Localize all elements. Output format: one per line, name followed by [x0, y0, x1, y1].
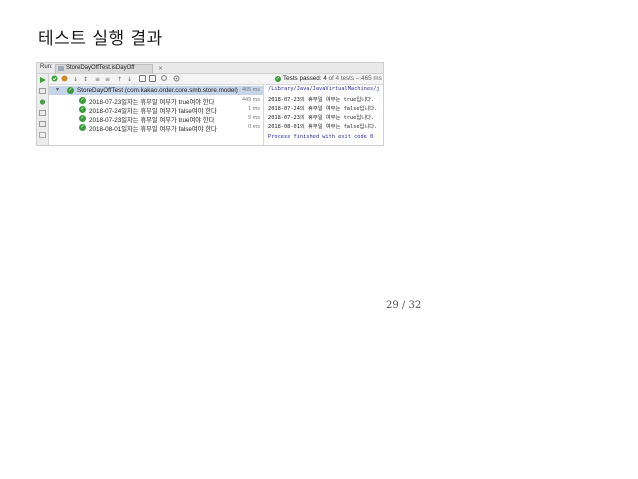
console-line: /Library/Java/JavaVirtualMachines/j — [268, 86, 380, 92]
test-row[interactable]: ✓ 2018-08-01일자는 휴무일 여부가 false여야 한다 0 ms — [49, 123, 263, 133]
passed-icon: ✓ — [79, 106, 86, 113]
tree-root-label: StoreDayOffTest (com.kakao.order.core.sm… — [77, 87, 238, 94]
test-row[interactable]: ✓ 2018-07-23일자는 휴무일 여부가 true여야 한다 5 ms — [49, 114, 263, 124]
test-row[interactable]: ✓ 2018-07-24일자는 휴무일 여부가 false여야 한다 1 ms — [49, 105, 263, 115]
run-tab-label: StoreDayOffTest.isDayOff — [66, 65, 135, 71]
tests-status: ✓ Tests passed: 4 of 4 tests – 465 ms — [275, 75, 382, 82]
rerun-failed-icon[interactable] — [39, 88, 46, 94]
status-count: 4 — [323, 75, 327, 82]
test-time: 449 ms — [241, 97, 260, 103]
close-icon[interactable]: × — [158, 65, 163, 72]
sort-alpha-icon[interactable]: ↓ — [73, 75, 80, 82]
status-prefix: Tests passed: — [283, 75, 322, 82]
show-passed-icon[interactable] — [51, 75, 58, 82]
rerun-icon[interactable] — [39, 77, 46, 83]
test-toolbar: ↓ ↕ ≡ ≡ ↑ ↓ ✓ Tests passed: 4 of 4 tests … — [49, 74, 383, 85]
page-number: 29 / 32 — [386, 300, 422, 311]
tree-root-row[interactable]: ▼ ✓ StoreDayOffTest (com.kakao.order.cor… — [49, 86, 263, 95]
svg-text:≡: ≡ — [95, 76, 100, 82]
dump-threads-icon[interactable] — [39, 121, 46, 127]
passed-icon: ✓ — [79, 97, 86, 104]
expand-all-icon[interactable]: ≡ — [95, 75, 102, 82]
console-line: 2018-08-01의 휴무일 여부는 false입니다. — [268, 124, 378, 130]
console-line: 2018-07-23의 휴무일 여부는 true입니다. — [268, 115, 375, 121]
console-output[interactable]: /Library/Java/JavaVirtualMachines/j 2018… — [265, 85, 383, 145]
collapse-all-icon[interactable]: ≡ — [105, 75, 112, 82]
test-name: 2018-08-01일자는 휴무일 여부가 false여야 한다 — [89, 126, 217, 133]
import-results-icon[interactable] — [149, 75, 156, 82]
tree-root-time: 465 ms — [241, 87, 260, 93]
passed-icon: ✓ — [79, 124, 86, 131]
chevron-down-icon[interactable]: ▼ — [55, 87, 60, 93]
settings-gear-icon[interactable] — [173, 75, 180, 82]
console-line: 2018-07-24의 휴무일 여부는 false입니다. — [268, 106, 378, 112]
slide-title: 테스트 실행 결과 — [38, 29, 163, 49]
export-results-icon[interactable] — [139, 75, 146, 82]
next-failed-icon[interactable]: ↓ — [127, 75, 134, 82]
svg-text:↓: ↓ — [73, 76, 78, 82]
test-time: 5 ms — [248, 115, 260, 121]
test-time: 1 ms — [248, 106, 260, 112]
test-results-tree: ▼ ✓ StoreDayOffTest (com.kakao.order.cor… — [49, 85, 264, 145]
svg-text:↑: ↑ — [117, 76, 122, 82]
console-line: 2018-07-23의 휴무일 여부는 true입니다. — [268, 97, 375, 103]
history-icon[interactable] — [161, 75, 168, 82]
test-row[interactable]: ✓ 2018-07-23일자는 휴무일 여부가 true여야 한다 449 ms — [49, 96, 263, 106]
run-tab[interactable]: StoreDayOffTest.isDayOff × — [55, 64, 163, 73]
passed-icon: ✓ — [275, 76, 281, 82]
svg-text:↕: ↕ — [83, 76, 88, 82]
test-config-icon — [58, 66, 64, 71]
previous-failed-icon[interactable]: ↑ — [117, 75, 124, 82]
run-tab-bar: Run: StoreDayOffTest.isDayOff × — [37, 63, 383, 74]
sort-duration-icon[interactable]: ↕ — [83, 75, 90, 82]
stop-icon[interactable] — [39, 110, 46, 116]
test-time: 0 ms — [248, 124, 260, 130]
status-suffix: of 4 tests – 465 ms — [328, 75, 382, 82]
passed-icon: ✓ — [67, 87, 74, 94]
svg-text:↓: ↓ — [127, 76, 132, 82]
console-finish-line: Process finished with exit code 0 — [268, 134, 374, 140]
run-label: Run: — [40, 64, 53, 70]
svg-text:≡: ≡ — [105, 76, 110, 82]
run-tool-window: Run: StoreDayOffTest.isDayOff × ↓ ↕ ≡ ≡ … — [36, 62, 384, 146]
passed-icon: ✓ — [79, 115, 86, 122]
settings-icon[interactable] — [39, 132, 46, 138]
run-side-toolbar — [37, 74, 49, 145]
show-ignored-icon[interactable] — [61, 75, 68, 82]
toggle-autotest-icon[interactable] — [39, 99, 46, 105]
